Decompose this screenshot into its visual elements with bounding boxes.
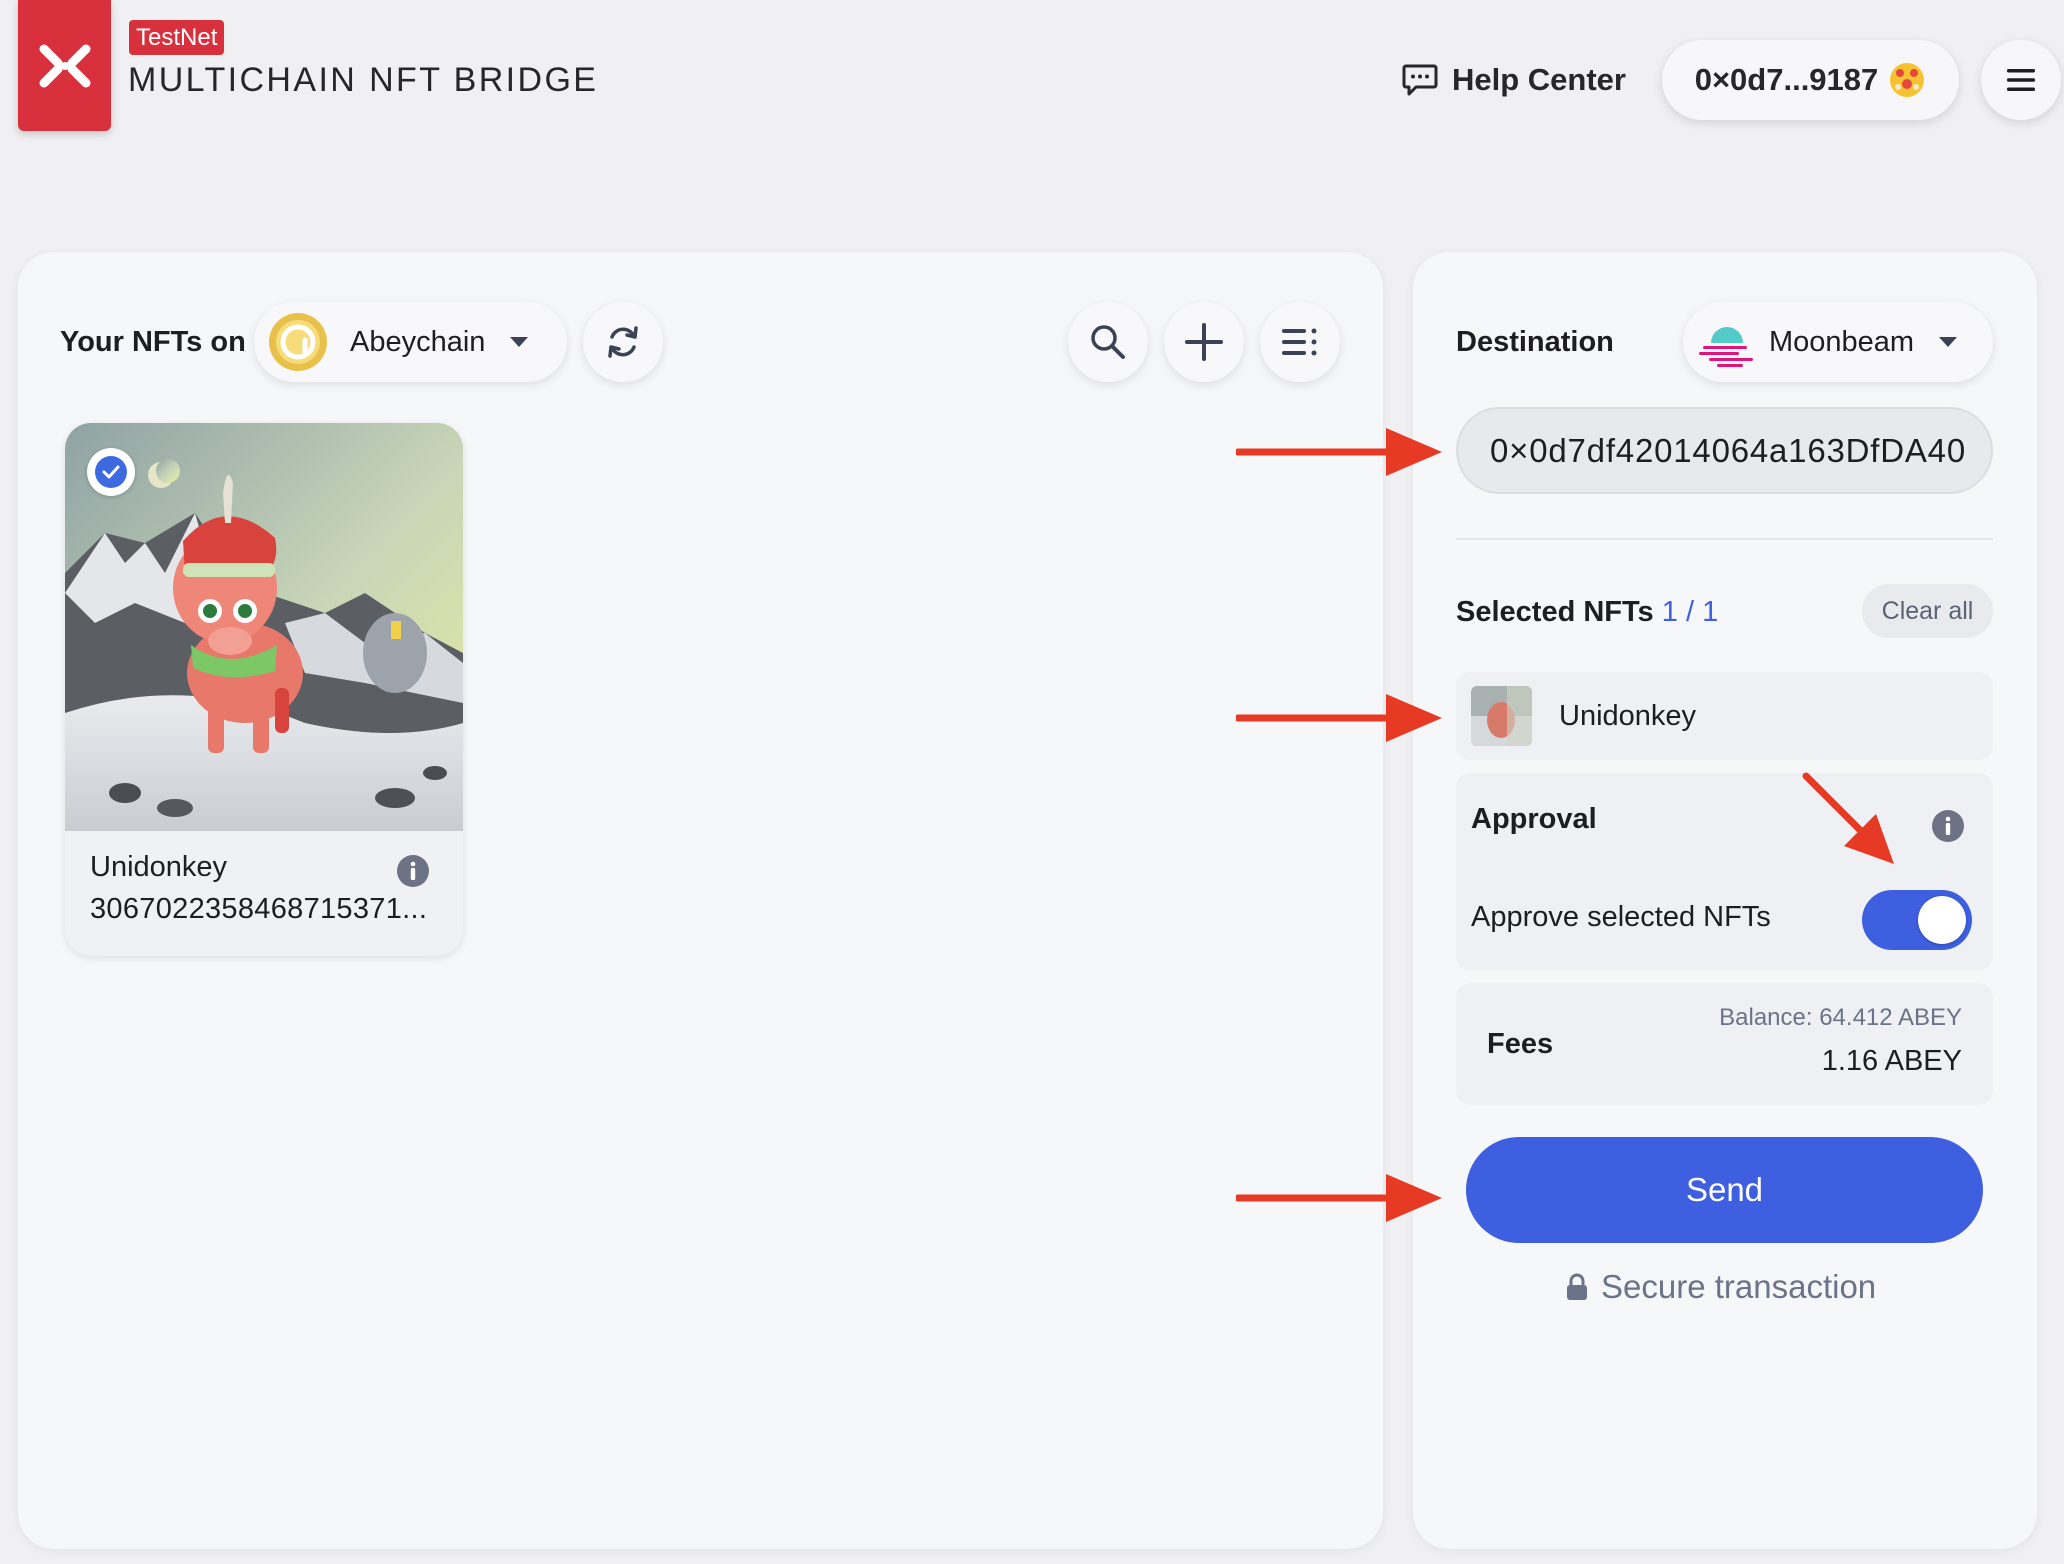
- selected-nfts-count: 1 / 1: [1661, 596, 1719, 628]
- source-chain-label: Abeychain: [350, 325, 486, 358]
- selected-nft-name: Unidonkey: [1559, 699, 1697, 732]
- annotation-arrow-icon: [1236, 428, 1442, 476]
- approve-toggle-label: Approve selected NFTs: [1471, 901, 1771, 933]
- selected-nfts-label: Selected NFTs 1 / 1: [1456, 592, 1718, 632]
- menu-button[interactable]: [1981, 40, 2061, 120]
- add-nft-button[interactable]: [1164, 302, 1244, 382]
- fees-label: Fees: [1487, 1028, 1554, 1060]
- logo-x-icon: [39, 44, 90, 87]
- moonbeam-logo-icon: [1699, 327, 1753, 367]
- annotation-arrow-icon: [1236, 1174, 1442, 1222]
- wallet-avatar-icon: [1890, 63, 1925, 97]
- info-icon[interactable]: [396, 854, 430, 888]
- your-nfts-label: Your NFTs on: [60, 326, 246, 358]
- destination-address-field[interactable]: [1456, 407, 1993, 494]
- destination-label: Destination: [1456, 326, 1614, 358]
- fees-amount: 1.16 ABEY: [1821, 1045, 1962, 1077]
- app-logo[interactable]: [18, 0, 111, 131]
- approve-toggle[interactable]: [1862, 890, 1972, 950]
- chat-icon: [1402, 64, 1438, 96]
- approval-section: Approval Approve selected NFTs: [1456, 773, 1993, 970]
- nft-name: Unidonkey: [90, 851, 228, 883]
- list-view-button[interactable]: [1260, 302, 1340, 382]
- clear-all-button[interactable]: Clear all: [1862, 584, 1993, 638]
- secure-transaction-label: Secure transaction: [1601, 1268, 1877, 1305]
- destination-chain-select[interactable]: Moonbeam: [1683, 302, 1993, 382]
- destination-address-input[interactable]: [1490, 431, 1980, 470]
- hamburger-icon: [2007, 69, 2035, 91]
- fees-balance: Balance: 64.412 ABEY: [1719, 1004, 1962, 1031]
- send-button[interactable]: Send: [1466, 1137, 1983, 1243]
- section-divider: [1456, 538, 1993, 540]
- brand-title: MULTICHAIN NFT BRIDGE: [128, 61, 599, 99]
- selected-nft-thumbnail: [1471, 686, 1532, 746]
- source-chain-select[interactable]: Abeychain: [254, 302, 567, 382]
- annotation-arrow-diagonal-icon: [1802, 772, 1894, 864]
- list-filter-icon: [1282, 328, 1317, 356]
- chevron-down-icon: [1939, 337, 1958, 347]
- nft-token-id: 3067022358468715371...: [90, 893, 428, 925]
- fees-section: Fees Balance: 64.412 ABEY 1.16 ABEY: [1456, 983, 1993, 1105]
- chevron-down-icon: [510, 337, 529, 347]
- destination-chain-label: Moonbeam: [1769, 325, 1915, 358]
- help-center-link[interactable]: Help Center: [1402, 58, 1626, 102]
- toggle-knob: [1918, 896, 1966, 944]
- search-button[interactable]: [1068, 302, 1148, 382]
- selected-nft-row[interactable]: Unidonkey: [1456, 672, 1993, 760]
- annotation-arrow-icon: [1236, 694, 1442, 742]
- search-icon: [1091, 325, 1125, 359]
- help-center-label: Help Center: [1452, 62, 1626, 97]
- abeychain-logo-icon: [269, 313, 327, 371]
- selected-nfts-title: Selected NFTs: [1456, 596, 1654, 628]
- refresh-button[interactable]: [583, 302, 663, 382]
- plus-icon: [1185, 323, 1223, 361]
- selected-check-icon[interactable]: [87, 448, 135, 496]
- approval-title: Approval: [1471, 803, 1597, 835]
- wallet-address: 0×0d7...9187: [1694, 62, 1879, 97]
- testnet-badge: TestNet: [129, 20, 225, 55]
- refresh-icon: [608, 326, 638, 358]
- lock-icon: [1567, 1273, 1587, 1300]
- info-icon[interactable]: [1931, 809, 1965, 843]
- wallet-button[interactable]: 0×0d7...9187: [1662, 40, 1959, 120]
- nft-card[interactable]: Unidonkey 3067022358468715371...: [65, 423, 463, 956]
- secure-transaction-note: Secure transaction: [1565, 1268, 1876, 1306]
